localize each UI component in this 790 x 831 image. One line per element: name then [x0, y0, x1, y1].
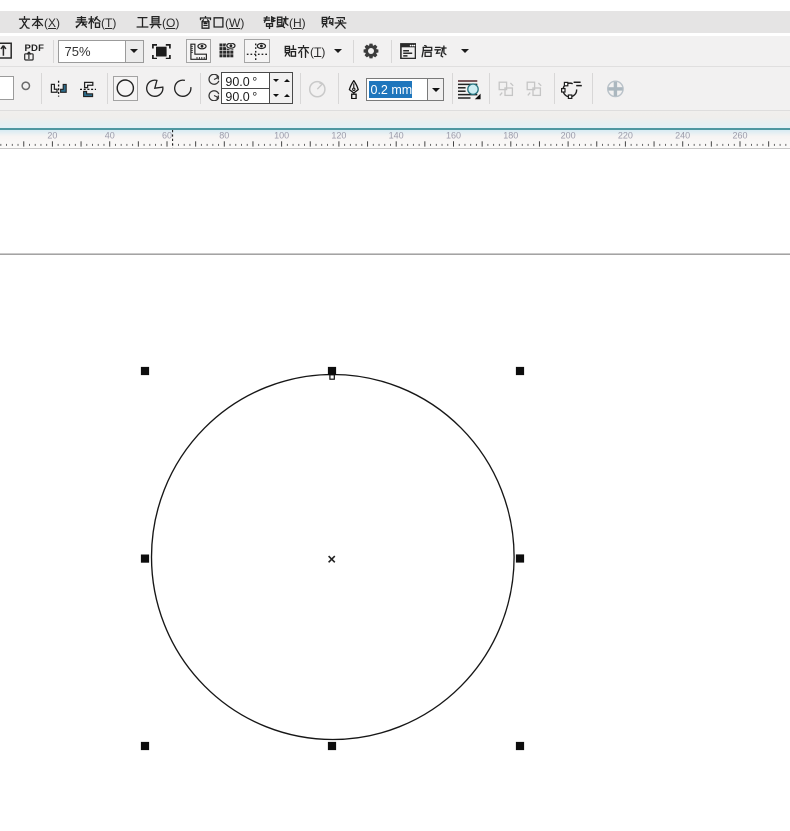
svg-text:20: 20: [47, 131, 57, 141]
svg-text:220: 220: [618, 131, 633, 141]
svg-text:60: 60: [162, 131, 172, 141]
svg-text:160: 160: [446, 131, 461, 141]
svg-text:100: 100: [274, 131, 289, 141]
svg-text:40: 40: [105, 131, 115, 141]
svg-text:120: 120: [331, 131, 346, 141]
svg-text:260: 260: [732, 131, 747, 141]
svg-text:140: 140: [389, 131, 404, 141]
svg-text:240: 240: [675, 131, 690, 141]
svg-text:80: 80: [219, 131, 229, 141]
svg-text:180: 180: [503, 131, 518, 141]
svg-text:200: 200: [561, 131, 576, 141]
